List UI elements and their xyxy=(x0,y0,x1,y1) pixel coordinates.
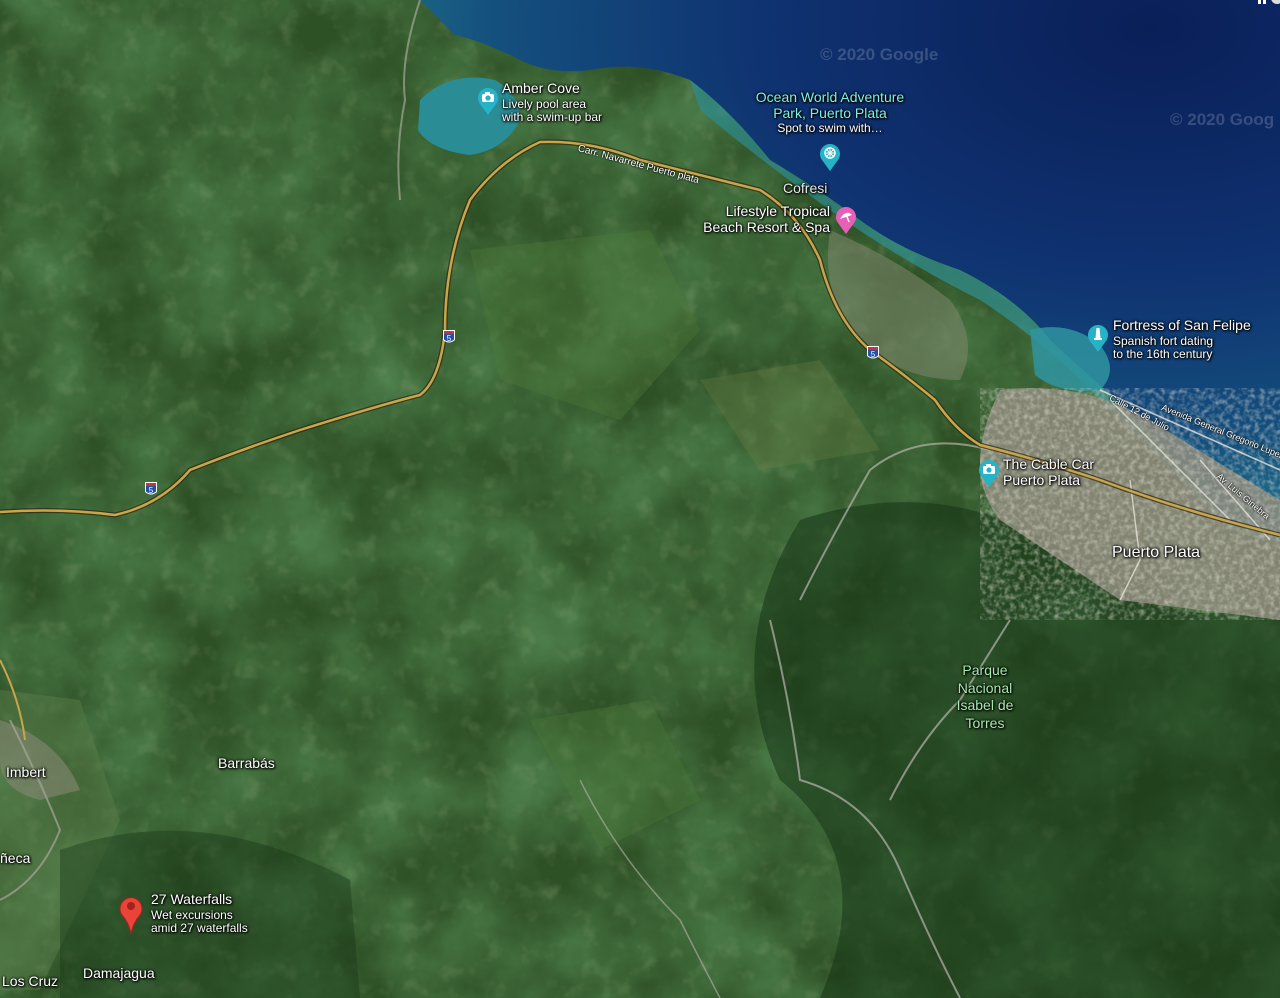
highway-shield-icon: 5 xyxy=(145,482,157,495)
poi-subtitle: Spanish fort dating to the 16th century xyxy=(1113,333,1214,362)
monument-icon[interactable] xyxy=(1086,323,1110,353)
google-watermark: © 2020 Google xyxy=(820,45,939,64)
highway-shield-number: 5 xyxy=(871,350,876,359)
poi-title: Fortress of San Felipe xyxy=(1113,317,1251,333)
resort-icon[interactable] xyxy=(834,205,858,235)
place-label-los-cruz: Los Cruz xyxy=(2,973,59,989)
poi-title: The Cable Car Puerto Plata xyxy=(1003,456,1095,488)
satellite-map[interactable]: © 2020 Google © 2020 Goog 5 5 5 Carr. Na… xyxy=(0,0,1280,998)
map-pin-icon[interactable] xyxy=(118,893,144,935)
map-controls-icon[interactable] xyxy=(1258,0,1280,8)
poi-title: Ocean World Adventure Park, Puerto Plata xyxy=(755,89,905,121)
poi-subtitle: Lively pool area with a swim-up bar xyxy=(502,96,603,125)
place-label-puerto-plata: Puerto Plata xyxy=(1112,544,1201,561)
highway-shield-number: 5 xyxy=(149,486,154,495)
highway-shield-number: 5 xyxy=(447,334,452,343)
place-label-laguneca: ñeca xyxy=(0,850,31,866)
place-label-barrabas: Barrabás xyxy=(218,755,275,771)
place-label-damajagua: Damajagua xyxy=(83,965,155,981)
place-label-imbert: Imbert xyxy=(6,764,46,780)
satellite-imagery xyxy=(0,0,1280,998)
poi-title: Amber Cove xyxy=(502,80,580,96)
poi-title: 27 Waterfalls xyxy=(151,891,233,907)
camera-icon[interactable] xyxy=(476,86,500,116)
poi-subtitle: Spot to swim with… xyxy=(777,121,883,136)
camera-icon[interactable] xyxy=(977,458,1001,488)
place-label-cofresi: Cofresi xyxy=(783,180,828,196)
poi-title: Lifestyle Tropical Beach Resort & Spa xyxy=(703,203,830,235)
poi-subtitle: Wet excursions amid 27 waterfalls xyxy=(151,907,248,936)
highway-shield-icon: 5 xyxy=(443,330,455,343)
google-watermark: © 2020 Goog xyxy=(1170,110,1275,129)
amusement-park-icon[interactable] xyxy=(818,142,842,172)
place-label-park: Parque Nacional Isabel de Torres xyxy=(956,662,1014,731)
highway-shield-icon: 5 xyxy=(867,346,879,359)
